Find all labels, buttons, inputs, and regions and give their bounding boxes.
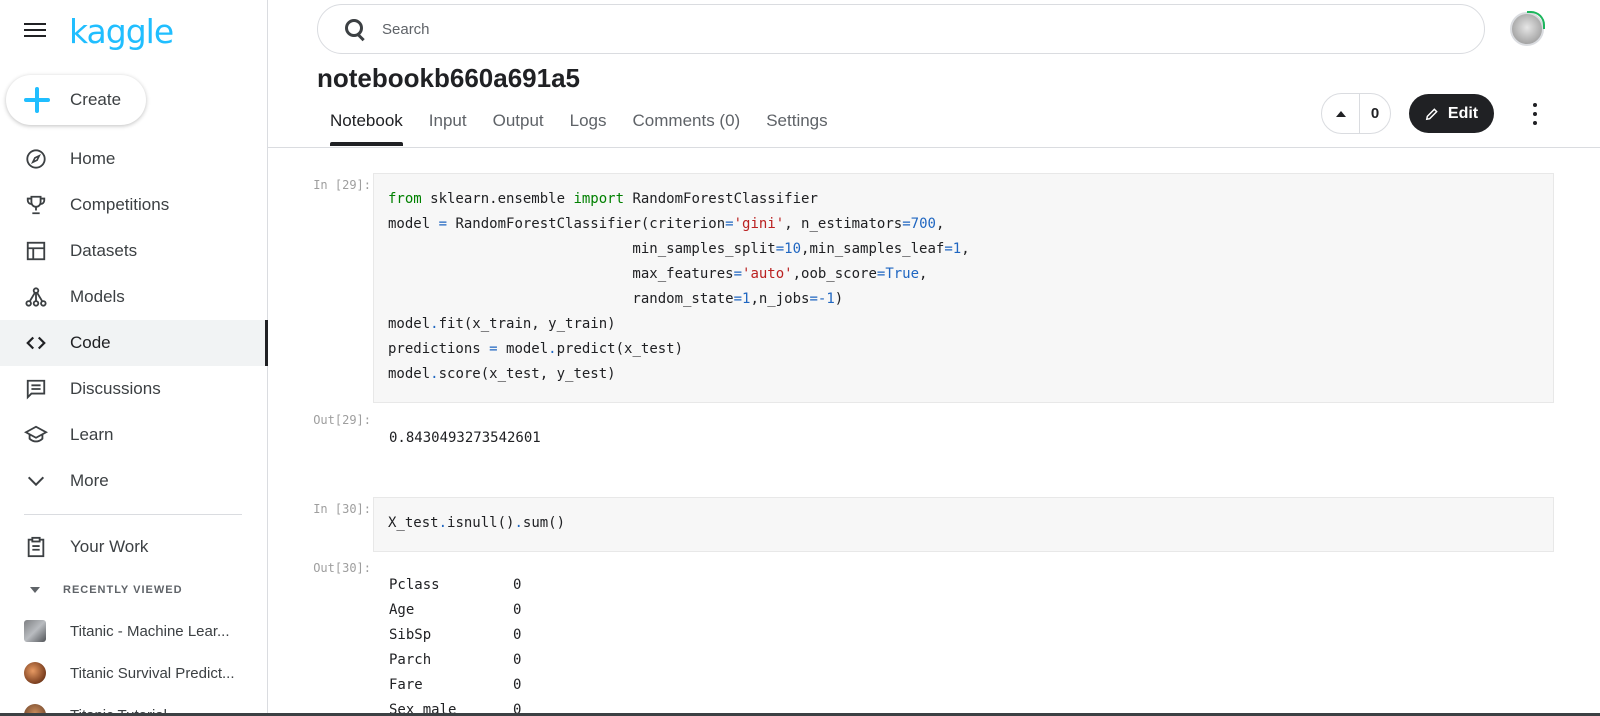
cell-out-prompt: Out[30]: (313, 561, 371, 575)
code-line: max_features='auto',oob_score=True, (388, 266, 928, 282)
sidebar-item-competitions[interactable]: Competitions (0, 182, 268, 228)
tab-notebook[interactable]: Notebook (317, 106, 416, 146)
clipboard-icon (24, 535, 48, 559)
table-icon (24, 239, 48, 263)
sidebar-item-label: Your Work (70, 537, 149, 556)
sidebar-item-label: Discussions (70, 379, 161, 398)
recently-viewed-label: RECENTLY VIEWED (63, 584, 183, 596)
sidebar-item-more[interactable]: More (0, 458, 268, 504)
code-line: model.score(x_test, y_test) (388, 366, 616, 382)
trophy-icon (24, 193, 48, 217)
tab-comments[interactable]: Comments (0) (620, 106, 754, 146)
edit-label: Edit (1447, 104, 1479, 122)
sidebar-item-label: More (70, 471, 109, 490)
sidebar-item-your-work[interactable]: Your Work (0, 524, 268, 570)
school-icon (24, 423, 48, 447)
sidebar-item-label: Learn (70, 425, 114, 444)
code-line: from sklearn.ensemble import RandomFores… (388, 191, 818, 207)
sidebar: kaggle Create Home Competitions Datasets (0, 0, 268, 716)
tab-output[interactable]: Output (480, 106, 557, 146)
more-options-icon[interactable] (1530, 103, 1540, 125)
recent-item[interactable]: Titanic - Machine Lear... (0, 610, 268, 652)
caret-down-icon (30, 587, 40, 593)
recently-viewed-header[interactable]: RECENTLY VIEWED (24, 584, 183, 596)
sidebar-divider (24, 514, 242, 515)
avatar[interactable] (1510, 11, 1545, 46)
sidebar-item-datasets[interactable]: Datasets (0, 228, 268, 274)
recent-thumbnail (24, 662, 46, 684)
vote-widget: 0 (1321, 93, 1391, 134)
code-cell[interactable]: from sklearn.ensemble import RandomFores… (373, 173, 1554, 403)
tab-logs[interactable]: Logs (557, 106, 620, 146)
chevron-down-icon (24, 469, 48, 493)
sidebar-nav: Home Competitions Datasets Models Code D… (0, 136, 268, 504)
sidebar-item-models[interactable]: Models (0, 274, 268, 320)
code-line: model = RandomForestClassifier(criterion… (388, 216, 945, 232)
hamburger-menu-icon[interactable] (24, 20, 46, 38)
sidebar-item-learn[interactable]: Learn (0, 412, 268, 458)
output-row: Fare 0 (389, 677, 522, 693)
sidebar-item-label: Competitions (70, 195, 170, 214)
recent-item-label: Titanic - Machine Lear... (70, 622, 230, 640)
page-title: notebookb660a691a5 (317, 63, 581, 93)
sidebar-item-label: Code (70, 333, 111, 352)
models-icon (24, 285, 48, 309)
recently-viewed-list: Titanic - Machine Lear... Titanic Surviv… (0, 610, 268, 716)
create-button[interactable]: Create (6, 75, 146, 125)
edit-button[interactable]: Edit (1409, 94, 1494, 133)
recent-thumbnail (24, 620, 46, 642)
output-row: Age 0 (389, 602, 522, 618)
sidebar-item-home[interactable]: Home (0, 136, 268, 182)
output-row: SibSp 0 (389, 627, 522, 643)
code-line: X_test.isnull().sum() (388, 515, 566, 531)
sidebar-item-label: Datasets (70, 241, 138, 260)
code-line: predictions = model.predict(x_test) (388, 341, 684, 357)
code-cell[interactable]: X_test.isnull().sum() (373, 497, 1554, 552)
sidebar-item-code[interactable]: Code (0, 320, 268, 366)
pencil-icon (1425, 107, 1438, 120)
cell-output-series: Pclass 0 Age 0 SibSp 0 Parch 0 Fare 0 Sex_mal… (389, 577, 521, 716)
compass-icon (24, 147, 48, 171)
upvote-button[interactable] (1322, 94, 1360, 133)
recent-item-label: Titanic Survival Predict... (70, 664, 235, 682)
output-row: Pclass 0 (389, 577, 522, 593)
cell-out-prompt: Out[29]: (313, 413, 371, 427)
code-icon (24, 331, 48, 355)
output-row: Parch 0 (389, 652, 522, 668)
kaggle-logo[interactable]: kaggle (69, 12, 174, 51)
sidebar-item-discussions[interactable]: Discussions (0, 366, 268, 412)
search-bar[interactable] (317, 4, 1485, 54)
header-divider (268, 147, 1600, 148)
notebook-tabs: Notebook Input Output Logs Comments (0) … (317, 106, 841, 146)
sidebar-item-label: Models (70, 287, 125, 306)
cell-in-prompt: In [29]: (313, 178, 371, 192)
code-line: min_samples_split=10,min_samples_leaf=1, (388, 241, 970, 257)
create-label: Create (70, 90, 122, 109)
vote-count: 0 (1370, 105, 1380, 122)
plus-icon (24, 87, 50, 113)
discussion-icon (24, 377, 48, 401)
code-line: model.fit(x_train, y_train) (388, 316, 616, 332)
search-icon (344, 18, 366, 40)
cell-output: 0.8430493273542601 (389, 430, 541, 446)
tab-input[interactable]: Input (416, 106, 480, 146)
caret-up-icon (1335, 110, 1346, 117)
cell-in-prompt: In [30]: (313, 502, 371, 516)
sidebar-item-label: Home (70, 149, 116, 168)
code-line: random_state=1,n_jobs=-1) (388, 291, 844, 307)
recent-item[interactable]: Titanic Survival Predict... (0, 652, 268, 694)
search-input[interactable] (382, 20, 1382, 38)
tab-settings[interactable]: Settings (753, 106, 840, 146)
